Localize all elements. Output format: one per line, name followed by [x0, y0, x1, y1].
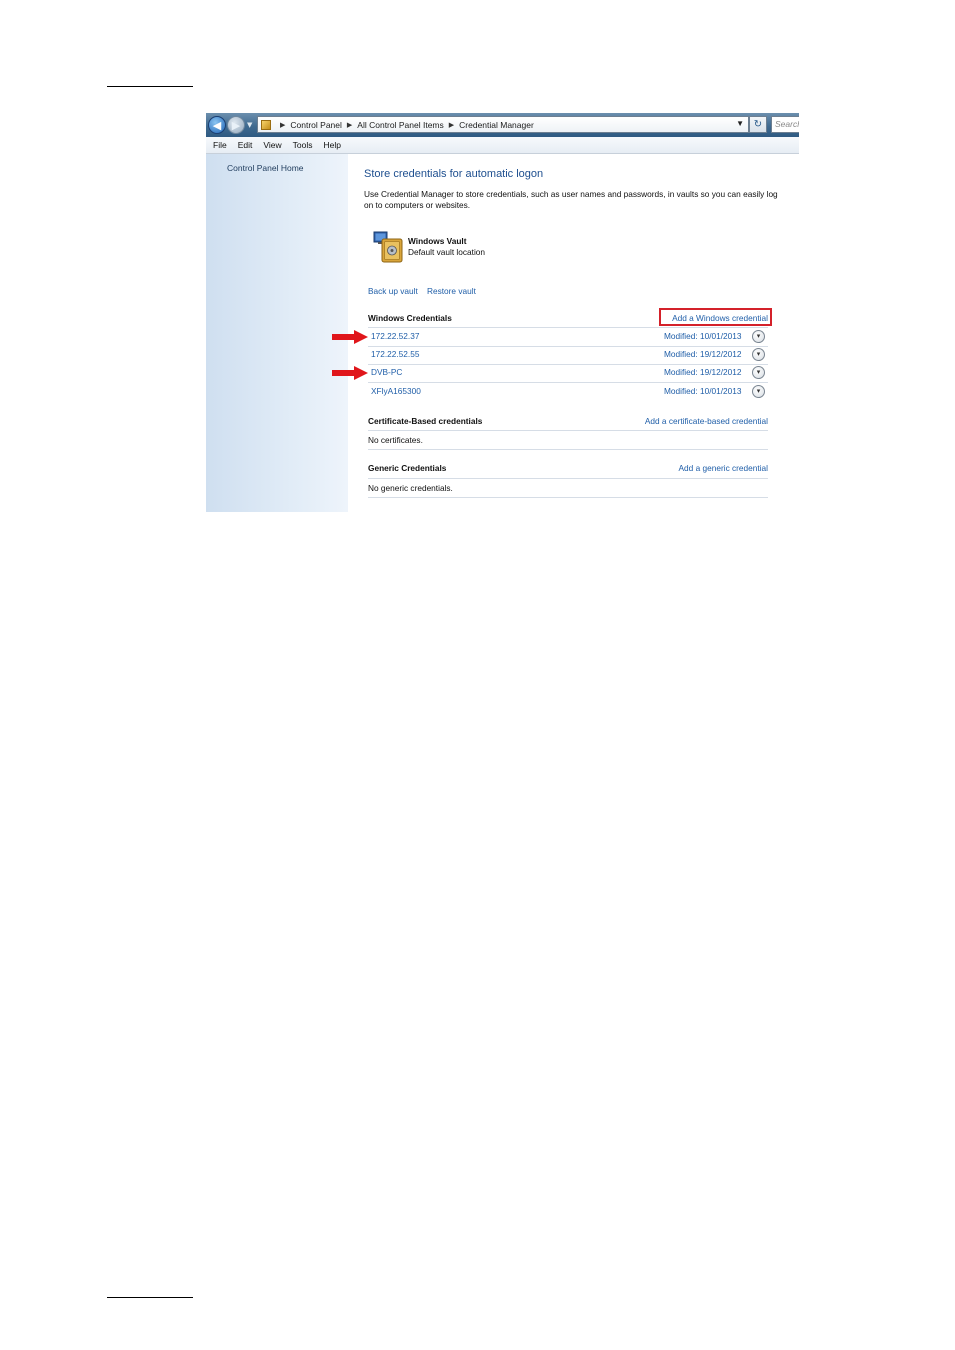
- add-generic-credential-link[interactable]: Add a generic credential: [679, 463, 768, 473]
- expand-chevron-icon[interactable]: ▾: [752, 385, 765, 398]
- no-certificates-text: No certificates.: [368, 435, 423, 445]
- breadcrumb-separator-icon: ▶: [280, 121, 286, 129]
- red-arrow-icon: [332, 330, 368, 344]
- expand-chevron-icon[interactable]: ▾: [752, 348, 765, 361]
- credential-name[interactable]: XFlyA165300: [371, 386, 421, 396]
- search-input[interactable]: Search: [771, 116, 799, 133]
- refresh-icon: ↻: [753, 119, 763, 130]
- certificate-credentials-heading: Certificate-Based credentials: [368, 416, 483, 426]
- divider: [368, 497, 768, 498]
- control-panel-icon: [261, 119, 271, 130]
- restore-vault-link[interactable]: Restore vault: [427, 286, 476, 296]
- credential-modified: Modified: 10/01/2013: [664, 331, 742, 341]
- divider: [368, 478, 768, 479]
- credential-name[interactable]: DVB-PC: [371, 367, 402, 377]
- control-panel-home-link[interactable]: Control Panel Home: [227, 163, 304, 173]
- header-rule: [107, 86, 193, 87]
- divider: [368, 430, 768, 431]
- credential-modified: Modified: 10/01/2013: [664, 386, 742, 396]
- red-arrow-icon: [332, 366, 368, 380]
- menu-view[interactable]: View: [263, 140, 281, 150]
- main-content: Store credentials for automatic logon Us…: [348, 154, 799, 512]
- left-pane: Control Panel Home: [206, 154, 348, 512]
- breadcrumb-all-items[interactable]: All Control Panel Items: [357, 120, 443, 130]
- menu-help[interactable]: Help: [323, 140, 340, 150]
- menu-bar: File Edit View Tools Help: [206, 137, 799, 154]
- breadcrumb-separator-icon: ▶: [448, 121, 455, 129]
- expand-chevron-icon[interactable]: ▾: [752, 366, 765, 379]
- back-up-vault-link[interactable]: Back up vault: [368, 286, 418, 296]
- credential-name[interactable]: 172.22.52.37: [371, 331, 419, 341]
- credential-row[interactable]: XFlyA165300 Modified: 10/01/2013 ▾: [368, 383, 768, 401]
- vault-name: Windows Vault: [408, 236, 467, 246]
- add-certificate-credential-link[interactable]: Add a certificate-based credential: [645, 416, 768, 426]
- address-dropdown-icon[interactable]: ▼: [736, 119, 744, 128]
- divider: [368, 449, 768, 450]
- credential-row[interactable]: 172.22.52.37 Modified: 10/01/2013 ▾: [368, 328, 768, 346]
- recent-pages-dropdown-icon[interactable]: ▼: [247, 121, 252, 129]
- windows-vault-icon: [373, 231, 403, 263]
- credential-row[interactable]: DVB-PC Modified: 19/12/2012 ▾: [368, 364, 768, 382]
- breadcrumb-control-panel[interactable]: Control Panel: [290, 120, 342, 130]
- expand-chevron-icon[interactable]: ▾: [752, 330, 765, 343]
- menu-edit[interactable]: Edit: [238, 140, 253, 150]
- no-generic-credentials-text: No generic credentials.: [368, 483, 453, 493]
- menu-file[interactable]: File: [213, 140, 227, 150]
- breadcrumb-credential-manager[interactable]: Credential Manager: [459, 120, 534, 130]
- credential-row[interactable]: 172.22.52.55 Modified: 19/12/2012 ▾: [368, 346, 768, 364]
- page-description: Use Credential Manager to store credenti…: [364, 189, 778, 210]
- credential-modified: Modified: 19/12/2012: [664, 367, 742, 377]
- forward-arrow-icon: ▶: [231, 118, 241, 132]
- footer-rule: [107, 1297, 193, 1298]
- refresh-button[interactable]: ↻: [749, 116, 767, 133]
- credential-modified: Modified: 19/12/2012: [664, 349, 742, 359]
- back-arrow-icon: ◀: [212, 118, 222, 132]
- forward-button[interactable]: ▶: [227, 116, 245, 134]
- credential-name[interactable]: 172.22.52.55: [371, 349, 419, 359]
- page-title: Store credentials for automatic logon: [364, 168, 544, 180]
- address-field[interactable]: ▶ Control Panel ▶ All Control Panel Item…: [257, 116, 749, 133]
- vault-location: Default vault location: [408, 247, 486, 257]
- menu-tools[interactable]: Tools: [293, 140, 313, 150]
- highlight-box: [659, 308, 772, 326]
- address-bar: ◀ ▶ ▼ ▶ Control Panel ▶ All Control Pane…: [206, 113, 799, 137]
- back-button[interactable]: ◀: [208, 116, 226, 134]
- generic-credentials-heading: Generic Credentials: [368, 463, 447, 473]
- breadcrumb-separator-icon: ▶: [346, 121, 353, 129]
- windows-credentials-heading: Windows Credentials: [368, 313, 452, 323]
